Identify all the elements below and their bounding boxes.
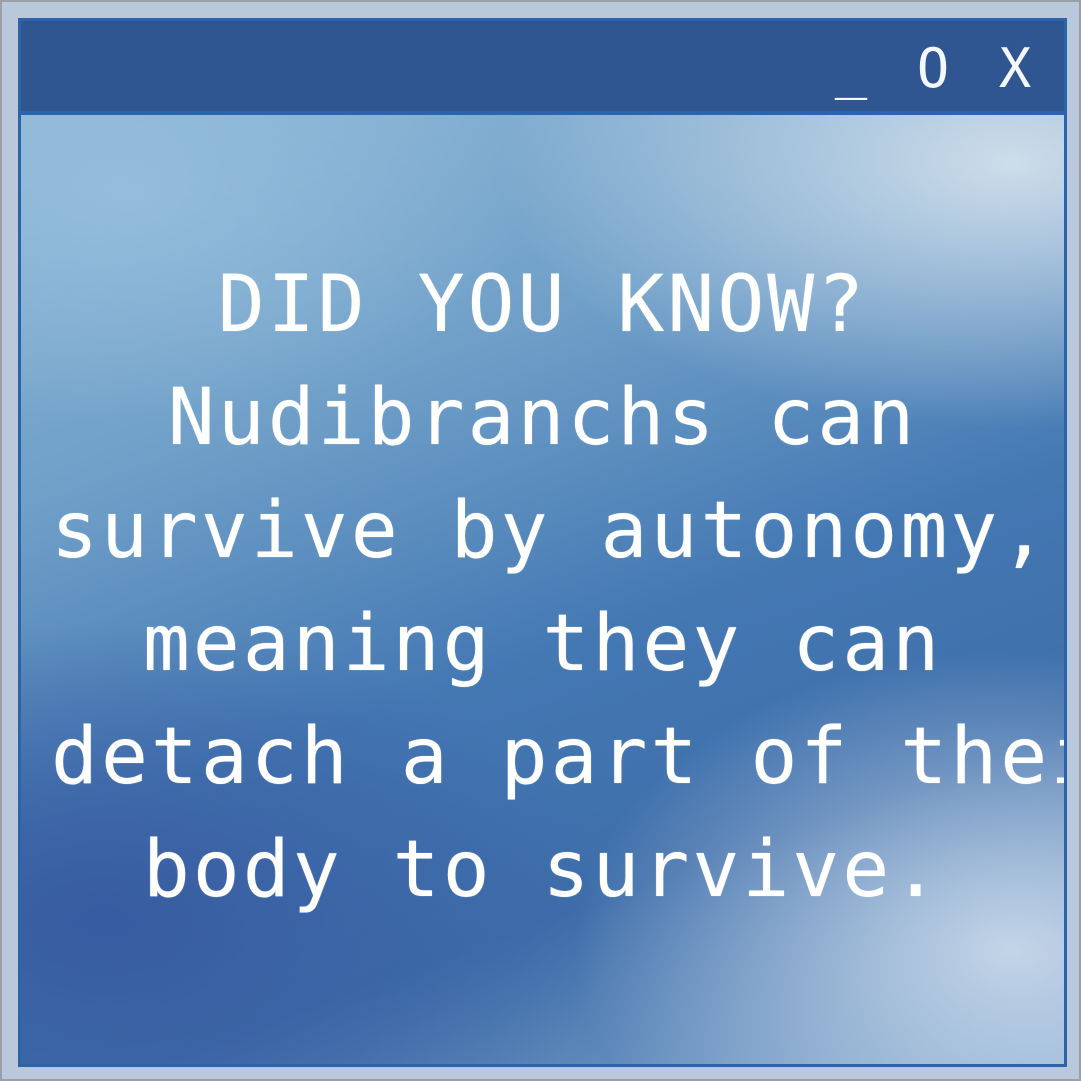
message-line: meaning they can [142,599,943,689]
title-bar[interactable]: _ O X [21,21,1064,115]
message-line: Nudibranchs can [167,373,918,463]
message-line: survive by autonomy, [51,486,1051,576]
fact-message: DID YOU KNOW? Nudibranchs can survive by… [21,249,1064,927]
outer-frame: _ O X DID YOU KNOW? Nudibranchs can surv… [0,0,1081,1081]
maximize-button[interactable]: O [904,39,964,99]
message-line: body to survive. [142,825,943,915]
message-heading: DID YOU KNOW? [217,260,868,350]
window-controls: _ O X [822,39,1046,99]
minimize-button[interactable]: _ [822,39,882,99]
close-button[interactable]: X [986,39,1046,99]
message-line: detach a part of their [51,712,1067,802]
popup-window: _ O X DID YOU KNOW? Nudibranchs can surv… [18,18,1067,1067]
window-content: DID YOU KNOW? Nudibranchs can survive by… [21,115,1064,1064]
